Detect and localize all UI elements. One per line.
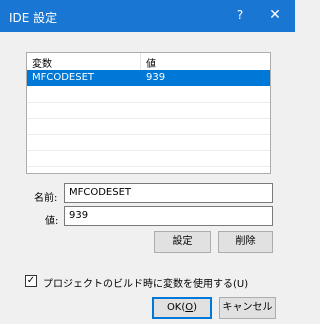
grid-line <box>27 150 270 151</box>
name-field[interactable]: MFCODESET <box>64 183 273 203</box>
delete-button[interactable]: 削除 <box>218 231 273 253</box>
column-divider[interactable] <box>140 53 141 70</box>
ok-label-prefix: OK( <box>166 302 186 313</box>
use-vars-checkbox-label[interactable]: プロジェクトのビルド時に変数を使用する(U) <box>43 275 248 290</box>
ok-button[interactable]: OK(O) <box>152 297 212 319</box>
cancel-button[interactable]: キャンセル <box>219 297 276 319</box>
variables-list[interactable]: 変数 値 MFCODESET 939 <box>26 52 271 174</box>
value-label: 値: <box>45 216 59 227</box>
list-header: 変数 値 <box>27 53 270 71</box>
set-button[interactable]: 設定 <box>154 231 211 253</box>
column-header-value[interactable]: 値 <box>146 55 156 70</box>
use-vars-checkbox[interactable]: ✓ <box>25 275 37 287</box>
grid-line <box>27 166 270 167</box>
window-title: IDE 設定 <box>9 11 58 25</box>
title-bar: IDE 設定 ? ✕ <box>0 0 295 32</box>
list-row[interactable]: MFCODESET 939 <box>27 70 270 86</box>
name-label: 名前: <box>34 193 58 204</box>
help-icon[interactable]: ? <box>232 8 248 24</box>
column-header-variable[interactable]: 変数 <box>32 55 52 70</box>
ok-label-suffix: ) <box>193 302 198 313</box>
close-icon[interactable]: ✕ <box>267 8 283 24</box>
ok-label-key: O <box>185 302 194 313</box>
grid-line <box>27 134 270 135</box>
grid-line <box>27 118 270 119</box>
row-variable-name: MFCODESET <box>32 72 95 83</box>
grid-line <box>27 102 270 103</box>
row-variable-value: 939 <box>146 72 166 83</box>
value-field[interactable]: 939 <box>64 206 273 226</box>
